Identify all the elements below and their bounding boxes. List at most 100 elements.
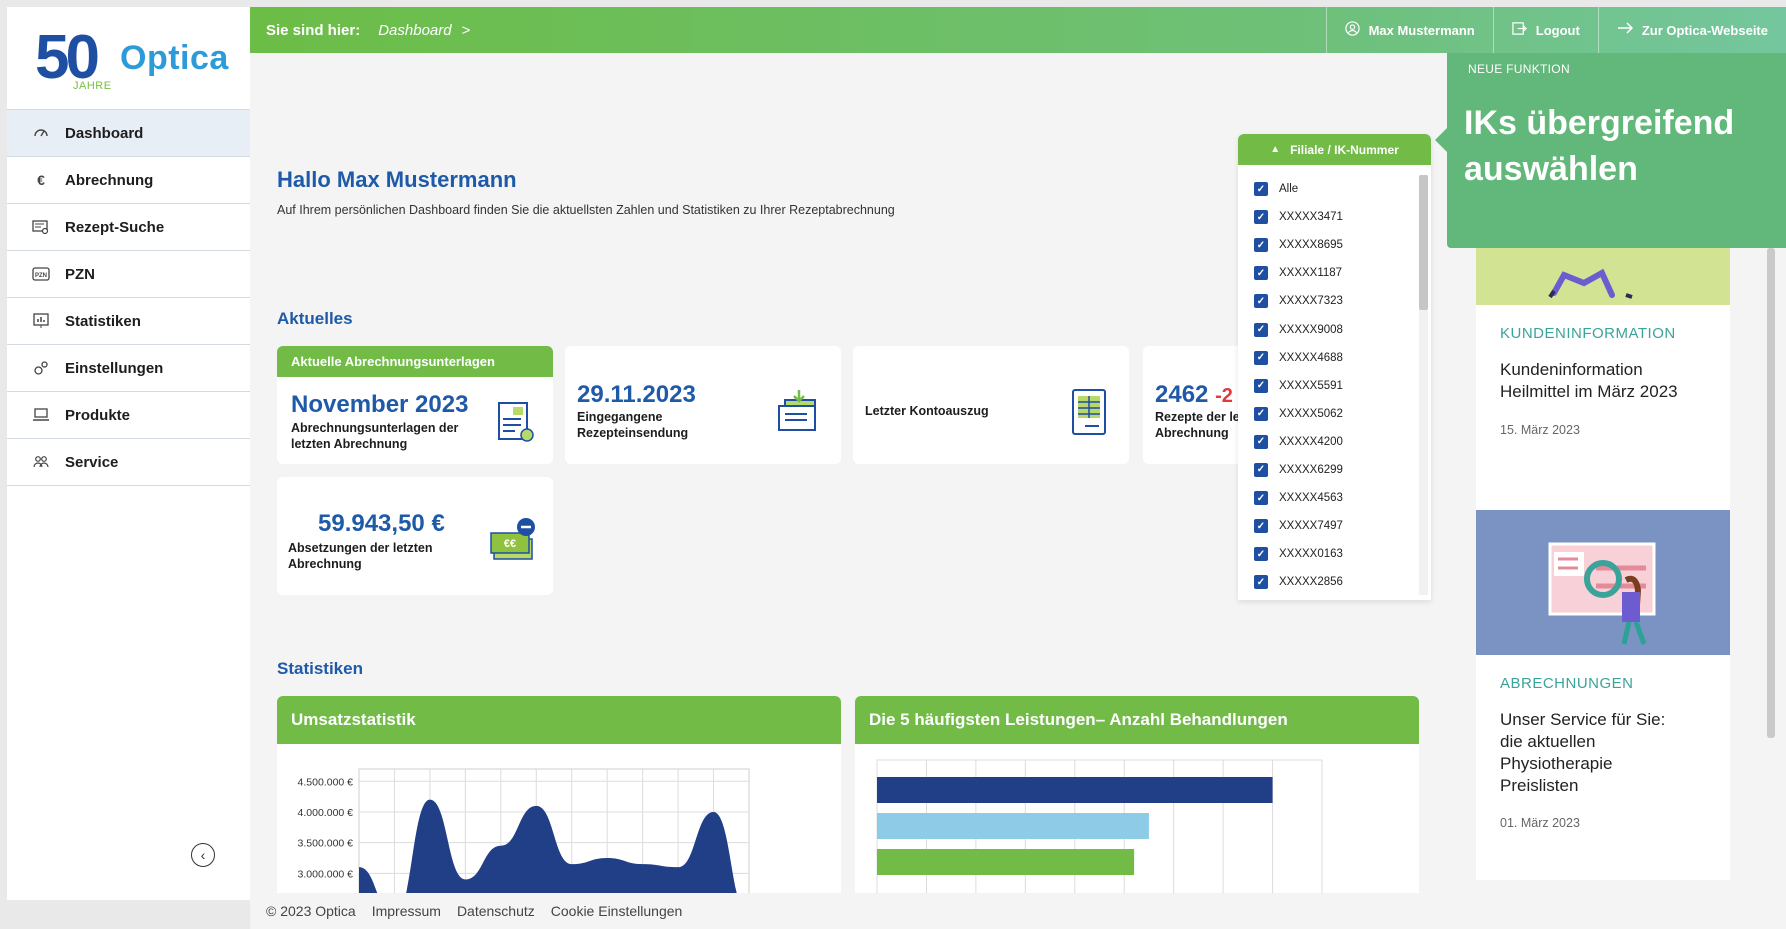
recipes-value: 2462 <box>1155 381 1209 408</box>
tooltip-kicker: NEUE FUNKTION <box>1468 62 1570 76</box>
dropdown-option-label: XXXXX6299 <box>1279 463 1343 476</box>
card-value: 29.11.2023 <box>577 381 696 408</box>
gears-icon <box>31 358 51 378</box>
news-date: 15. März 2023 <box>1500 423 1580 437</box>
footer-link-cookies[interactable]: Cookie Einstellungen <box>551 903 683 919</box>
checkbox-checked-icon[interactable]: ✓ <box>1254 575 1268 590</box>
breadcrumb-current[interactable]: Dashboard <box>378 22 451 39</box>
optica-logo[interactable]: 50 JAHRE Optica <box>7 7 250 109</box>
footer-link-impressum[interactable]: Impressum <box>372 903 441 919</box>
checkbox-checked-icon[interactable]: ✓ <box>1254 210 1268 225</box>
sidebar-item-service[interactable]: Service <box>7 439 250 486</box>
checkbox-checked-icon[interactable]: ✓ <box>1254 406 1268 421</box>
dropdown-option[interactable]: ✓ XXXXX5591 <box>1238 372 1418 400</box>
sidebar-item-dashboard[interactable]: Dashboard <box>7 110 250 157</box>
logo-wordmark: Optica <box>120 39 229 77</box>
dropdown-title: Filiale / IK-Nummer <box>1290 142 1399 157</box>
euro-icon: € <box>37 172 45 188</box>
card-value: 2462 -2 <box>1155 381 1233 409</box>
dropdown-option-label: XXXXX9008 <box>1279 323 1343 336</box>
card-billing-documents[interactable]: Aktuelle Abrechnungsunterlagen November … <box>277 346 553 464</box>
card-deductions[interactable]: 59.943,50 € Absetzungen der letzten Abre… <box>277 477 553 595</box>
dropdown-option[interactable]: ✓ XXXXX1187 <box>1238 259 1418 287</box>
document-euro-icon <box>497 401 535 450</box>
dropdown-option-label: XXXXX3471 <box>1279 211 1343 224</box>
card-value: 59.943,50 € <box>318 510 445 537</box>
checkbox-checked-icon[interactable]: ✓ <box>1254 378 1268 393</box>
sidebar-item-rezept-suche[interactable]: Rezept-Suche <box>7 204 250 251</box>
card-last-statement[interactable]: Letzter Kontoauszug <box>853 346 1129 464</box>
dropdown-options: ✓ Alle ✓ XXXXX3471 ✓ XXXXX8695 ✓ XXXXX1187 ✓ XXXX… <box>1238 175 1418 596</box>
sidebar-item-abrechnung[interactable]: € Abrechnung <box>7 157 250 204</box>
sidebar-item-statistiken[interactable]: Statistiken <box>7 298 250 345</box>
price-list-illustration <box>1548 542 1656 645</box>
dropdown-option[interactable]: ✓ XXXXX0163 <box>1238 540 1418 568</box>
chevron-up-icon: ▲ <box>1270 144 1281 155</box>
page-scrollbar[interactable] <box>1767 248 1775 738</box>
chart-card-top-services: Die 5 häufigsten Leistungen– Anzahl Beha… <box>855 696 1419 893</box>
dropdown-option[interactable]: ✓ XXXXX3471 <box>1238 203 1418 231</box>
dropdown-option[interactable]: ✓ XXXXX9008 <box>1238 315 1418 343</box>
dropdown-option[interactable]: ✓ XXXXX4200 <box>1238 428 1418 456</box>
dropdown-scrollbar[interactable] <box>1419 175 1428 595</box>
dropdown-option[interactable]: ✓ Alle <box>1238 175 1418 203</box>
sidebar-item-pzn[interactable]: PZN PZN <box>7 251 250 298</box>
dropdown-option[interactable]: ✓ XXXXX7323 <box>1238 287 1418 315</box>
logout-button[interactable]: Logout <box>1492 7 1598 53</box>
y-tick-label: 3.500.000 € <box>298 838 354 850</box>
service-bar <box>877 813 1149 839</box>
dropdown-option[interactable]: ✓ XXXXX4688 <box>1238 344 1418 372</box>
news-date: 01. März 2023 <box>1500 816 1580 830</box>
dropdown-option[interactable]: ✓ XXXXX5062 <box>1238 400 1418 428</box>
checkbox-checked-icon[interactable]: ✓ <box>1254 462 1268 477</box>
copyright: © 2023 Optica <box>266 903 356 919</box>
svg-text:€€: €€ <box>504 538 516 550</box>
checkbox-checked-icon[interactable]: ✓ <box>1254 266 1268 281</box>
dropdown-option[interactable]: ✓ XXXXX7497 <box>1238 512 1418 540</box>
sidebar-item-produkte[interactable]: Produkte <box>7 392 250 439</box>
y-tick-label: 4.500.000 € <box>298 776 354 788</box>
sidebar-item-label: Produkte <box>65 406 131 424</box>
branch-ik-dropdown[interactable]: ▲ Filiale / IK-Nummer ✓ Alle ✓ XXXXX3471 ✓ XX… <box>1238 134 1431 600</box>
checkbox-checked-icon[interactable]: ✓ <box>1254 547 1268 562</box>
top-actions: Max Mustermann Logout Zur Optica-Webseit… <box>1325 7 1786 53</box>
collapse-sidebar-button[interactable]: ‹ <box>191 843 215 867</box>
laptop-icon <box>31 405 51 425</box>
card-caption: Absetzungen der letzten Abrechnung <box>288 541 433 571</box>
footer: © 2023 Optica Impressum Datenschutz Cook… <box>250 893 1786 929</box>
top-bar: Sie sind hier: Dashboard > Max Musterman… <box>250 7 1786 53</box>
checkbox-checked-icon[interactable]: ✓ <box>1254 182 1268 197</box>
pzn-icon: PZN <box>31 264 51 284</box>
dropdown-option[interactable]: ✓ XXXXX6299 <box>1238 456 1418 484</box>
services-bar-chart <box>876 759 1323 893</box>
checkbox-checked-icon[interactable]: ✓ <box>1254 322 1268 337</box>
footer-link-datenschutz[interactable]: Datenschutz <box>457 903 535 919</box>
dropdown-option[interactable]: ✓ XXXXX2856 <box>1238 568 1418 596</box>
checkbox-checked-icon[interactable]: ✓ <box>1254 238 1268 253</box>
user-menu-button[interactable]: Max Mustermann <box>1325 7 1493 53</box>
checkbox-checked-icon[interactable]: ✓ <box>1254 434 1268 449</box>
checkbox-checked-icon[interactable]: ✓ <box>1254 350 1268 365</box>
dropdown-toggle[interactable]: ▲ Filiale / IK-Nummer <box>1238 134 1431 165</box>
website-link[interactable]: Zur Optica-Webseite <box>1597 7 1786 53</box>
checkbox-checked-icon[interactable]: ✓ <box>1254 294 1268 309</box>
news-title: Unser Service für Sie: die aktuellen Phy… <box>1500 710 1666 795</box>
dropdown-option-label: XXXXX8695 <box>1279 239 1343 252</box>
chart-title: Die 5 häufigsten Leistungen– Anzahl Beha… <box>855 696 1419 744</box>
card-last-submission[interactable]: 29.11.2023 Eingegangene Rezepteinsendung <box>565 346 841 464</box>
news-category: KUNDENINFORMATION <box>1500 325 1676 342</box>
new-feature-tooltip: NEUE FUNKTION IKs übergreifend auswählen <box>1435 53 1786 248</box>
checkbox-checked-icon[interactable]: ✓ <box>1254 491 1268 506</box>
dropdown-scrollbar-thumb[interactable] <box>1419 175 1428 310</box>
chevron-left-icon: ‹ <box>200 847 206 863</box>
dropdown-option[interactable]: ✓ XXXXX8695 <box>1238 231 1418 259</box>
dropdown-option[interactable]: ✓ XXXXX4563 <box>1238 484 1418 512</box>
dropdown-option-label: XXXXX4688 <box>1279 351 1343 364</box>
sidebar-item-einstellungen[interactable]: Einstellungen <box>7 345 250 392</box>
inbox-documents-icon <box>775 388 823 439</box>
news-card-2[interactable]: ABRECHNUNGEN Unser Service für Sie: die … <box>1476 510 1730 880</box>
user-name: Max Mustermann <box>1368 22 1475 38</box>
dropdown-option-label: XXXXX0163 <box>1279 548 1343 561</box>
service-bar <box>877 777 1273 803</box>
checkbox-checked-icon[interactable]: ✓ <box>1254 519 1268 534</box>
